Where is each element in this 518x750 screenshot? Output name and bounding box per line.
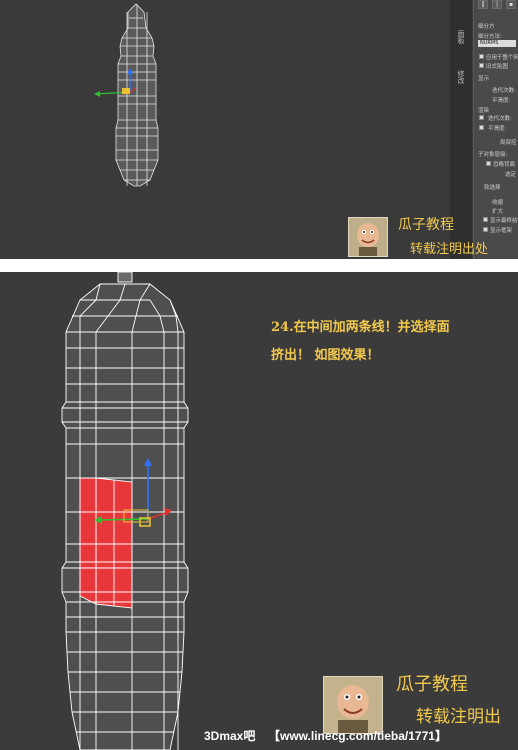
apply-whole-mesh-checkbox[interactable] [479,54,484,59]
toolbar-button-1[interactable]: ‖ [478,0,488,9]
section-header-subdivision[interactable]: 细分方 [478,22,495,30]
apply-whole-mesh-label: 应用于整个网 [486,55,518,61]
instruction-line-1: 24.在中间加两条线！并选择面 [271,320,450,335]
footer-brand: 3Dmax吧 [204,729,256,743]
show-cage-label: 显示框架 [490,228,513,234]
cartoon-face-icon [349,218,387,256]
top-screenshot: 面板 修改 ‖ | ▪ 细分方 细分方法: NURMS 应用于整个网 旧式贴图 … [0,0,518,259]
ignore-backfacing-checkbox[interactable] [486,161,491,166]
render-iterations-checkbox[interactable] [479,115,484,120]
selected-label: 选定 [505,172,517,178]
instruction-line-2: 挤出！ 如图效果！ [271,348,380,363]
cartoon-face-icon [324,677,382,733]
old-style-mapping-checkbox[interactable] [479,63,484,68]
side-tab-panel[interactable]: 面板 [456,30,466,44]
render-smoothness-checkbox[interactable] [479,125,484,130]
shrink-button[interactable]: 收缩 [492,198,503,206]
caption-title-bottom: 瓜子教程 [396,674,468,695]
display-iterations-label: 迭代次数: [492,88,516,94]
footer-url[interactable]: 【www.linecg.com/tieba/1771】 [268,727,447,744]
toolbar-button-3[interactable]: ▪ [506,0,516,9]
sub-object-level-label: 子对象层级: [478,152,508,158]
bottom-screenshot: 24.在中间加两条线！并选择面 挤出！ 如图效果！ 瓜子教程 转载注明出 3Dm… [0,272,518,750]
render-iterations-label: 迭代次数: [488,116,512,122]
show-end-result-checkbox[interactable] [483,217,488,222]
caption-title-top: 瓜子教程 [398,217,454,233]
old-style-mapping-label: 旧式贴图 [486,64,509,70]
avatar-top [348,217,388,257]
avatar-bottom [323,676,383,734]
soft-selection-label: 软选择 [484,185,501,191]
display-header: 显示 [478,76,490,82]
grow-button[interactable]: 扩大 [492,207,503,215]
show-cage-checkbox[interactable] [483,227,488,232]
show-end-result-label: 显示最终结果 [490,218,518,224]
caption-sub-top: 转载注明出处 [410,242,489,257]
subdivision-method-label: 细分方法: [478,34,502,40]
panel-separator [0,259,518,272]
local-control-header[interactable]: 局部控 [500,138,517,146]
render-smoothness-label: 平滑度: [488,126,507,132]
ignore-backfacing-label: 忽略背面 [493,162,516,168]
display-smoothness-label: 平滑度: [492,98,511,104]
render-header: 渲染 [478,108,490,114]
side-tab-modify[interactable]: 修改 [456,70,466,84]
caption-sub-bottom: 转载注明出 [416,707,501,727]
subdivision-method-select[interactable]: NURMS [478,40,516,47]
toolbar-button-2[interactable]: | [492,0,502,9]
